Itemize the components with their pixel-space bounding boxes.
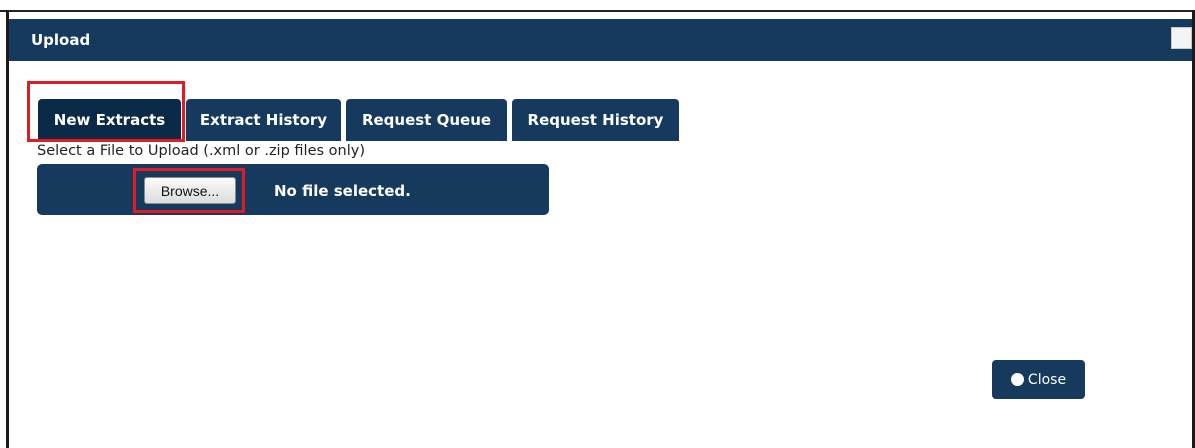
tab-label: Request Queue — [361, 111, 492, 129]
dialog-titlebar: Upload — [9, 19, 1192, 61]
browse-button[interactable]: Browse... — [144, 177, 236, 204]
tab-request-history[interactable]: Request History — [512, 99, 679, 141]
upload-instruction-label: Select a File to Upload (.xml or .zip fi… — [37, 143, 365, 159]
tab-new-extracts[interactable]: New Extracts — [38, 99, 181, 141]
tab-label: New Extracts — [53, 111, 166, 129]
circle-icon — [1010, 373, 1024, 386]
close-button[interactable]: Close — [992, 360, 1085, 399]
file-status-text: No file selected. — [274, 182, 411, 200]
window-left-border — [6, 10, 9, 448]
tab-extract-history[interactable]: Extract History — [186, 99, 341, 141]
tab-request-queue[interactable]: Request Queue — [346, 99, 507, 141]
window-top-border — [0, 10, 1195, 12]
close-label: Close — [1027, 371, 1067, 388]
titlebar-button[interactable] — [1171, 27, 1192, 49]
tab-label: Extract History — [199, 111, 328, 129]
tab-label: Request History — [527, 111, 664, 129]
dialog-title: Upload — [31, 31, 91, 49]
